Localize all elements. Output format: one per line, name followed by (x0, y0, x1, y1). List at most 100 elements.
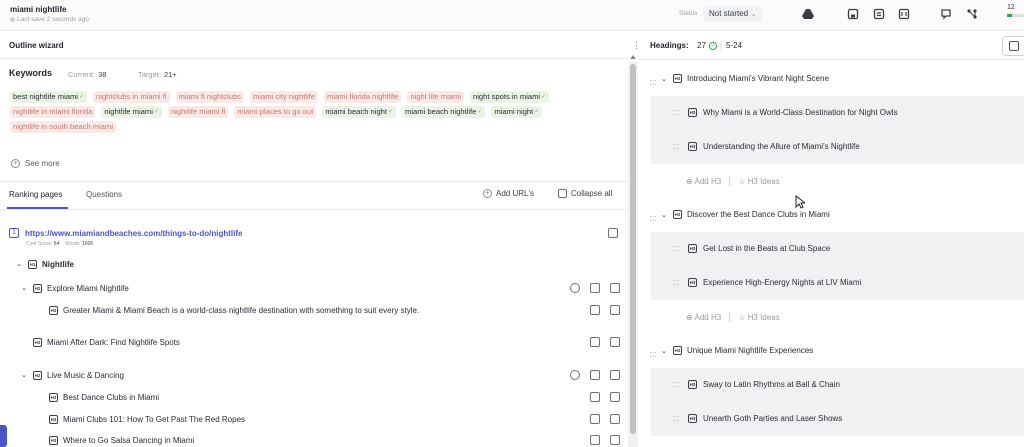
keyword-chip[interactable]: miami places to go out (234, 106, 317, 118)
outline-row-h3[interactable]: H3 Miami Clubs 101: How To Get Past The … (49, 412, 245, 426)
list-icon[interactable] (610, 305, 620, 315)
integrations-icon[interactable] (965, 7, 979, 21)
chevron-down-icon[interactable]: ⌄ (20, 284, 28, 292)
keyword-chip[interactable]: miami beach nightlife✓ (402, 106, 486, 118)
keyword-chip[interactable]: nightlife in miami florida (10, 106, 96, 118)
heading-h2-row[interactable]: ⌄ H2 Discover the Best Dance Clubs in Miam… (638, 206, 1024, 226)
status-select[interactable]: Not started ⌄ (703, 6, 763, 21)
keyword-chip[interactable]: nightlife in south beach miami (10, 121, 117, 133)
copy-outline-icon[interactable] (608, 228, 618, 238)
ranking-url-link[interactable]: https://www.miamiandbeaches.com/things-t… (25, 229, 243, 238)
tab-questions[interactable]: Questions (86, 190, 122, 199)
keyword-chip[interactable]: best nightlife miami✓ (10, 91, 88, 103)
drag-grip-icon[interactable] (673, 246, 679, 251)
outline-row-h2[interactable]: H2 Miami After Dark: Find Nightlife Spot… (33, 335, 180, 349)
add-urls-button[interactable]: + Add URL's (483, 189, 534, 198)
add-icon[interactable] (590, 414, 600, 424)
keyword-chip[interactable]: miami night✓ (491, 106, 543, 118)
add-icon[interactable] (590, 392, 600, 402)
outline-row-h3[interactable]: H3 Best Dance Clubs in Miami (49, 390, 159, 404)
keyword-chip[interactable]: miami city nightlife (249, 91, 319, 103)
export-icon[interactable] (872, 7, 886, 21)
row-actions (570, 370, 620, 380)
heading-h3-row[interactable]: H3 Get Lost in the Beats at Club Space (651, 232, 1024, 266)
h3-text[interactable]: Experience High-Energy Nights at LIV Mia… (703, 278, 861, 287)
h3-text[interactable]: Understanding the Allure of Miami's Nigh… (703, 142, 860, 151)
top-bar: miami nightlife Last save 2 seconds ago … (0, 0, 1024, 31)
list-icon[interactable] (610, 392, 620, 402)
chevron-down-icon[interactable]: ⌄ (660, 347, 668, 355)
outline-wizard-title: Outline wizard (9, 41, 64, 50)
h2-text[interactable]: Unique Miami Nightlife Experiences (687, 346, 813, 355)
list-icon[interactable] (610, 435, 620, 445)
heading-h2-row[interactable]: ⌄ H2 Introducing Miami's Vibrant Night Sce… (638, 70, 1024, 90)
add-icon[interactable] (590, 283, 600, 293)
document-title[interactable]: miami nightlife (10, 5, 66, 14)
share-icon[interactable] (897, 7, 911, 21)
keyword-chip[interactable]: nightlife miami✓ (101, 106, 162, 118)
drag-grip-icon[interactable] (673, 382, 679, 387)
save-status-dot-icon (10, 16, 15, 22)
keyword-chip[interactable]: miami florida nightlife (324, 91, 402, 103)
h2-text[interactable]: Discover the Best Dance Clubs in Miami (687, 210, 830, 219)
scrollbar-thumb[interactable] (630, 64, 636, 434)
outline-row-h1[interactable]: ⌄ H1 Nightlife (15, 257, 74, 271)
add-icon[interactable] (590, 305, 600, 315)
chevron-down-icon[interactable]: ⌄ (660, 211, 668, 219)
see-more-button[interactable]: + See more (11, 159, 60, 168)
h3-ideas-button[interactable]: ☼ H3 Ideas (738, 313, 780, 322)
heading-h3-row[interactable]: H3 Unearth Goth Parties and Laser Shows (651, 402, 1024, 436)
h3-icon: H3 (49, 392, 58, 402)
keyword-chip[interactable]: night spots in miami✓ (470, 91, 550, 103)
resize-handle-icon[interactable]: ⋮ (632, 40, 641, 51)
scroll-up-arrow-icon[interactable] (630, 55, 636, 59)
heading-h3-row[interactable]: H3 Experience High-Energy Nights at LIV M… (651, 266, 1024, 300)
h3-text[interactable]: Get Lost in the Beats at Club Space (703, 244, 830, 253)
keyword-chip[interactable]: miami beach night✓ (322, 106, 397, 118)
h3-text[interactable]: Unearth Goth Parties and Laser Shows (703, 414, 842, 423)
heading-h3-row[interactable]: H3 Understanding the Allure of Miami's Ni… (651, 130, 1024, 164)
drag-grip-icon[interactable] (673, 144, 679, 149)
outline-row-h3[interactable]: H3 Where to Go Salsa Dancing in Miami (49, 433, 194, 447)
help-tab[interactable] (0, 425, 7, 447)
chevron-down-icon[interactable]: ⌄ (20, 371, 28, 379)
h3-text[interactable]: Why Miami is a World-Class Destination f… (703, 108, 898, 117)
add-h3-button[interactable]: ⊕ Add H3 (686, 177, 721, 186)
drag-grip-icon[interactable] (673, 110, 679, 115)
list-icon[interactable] (610, 283, 620, 293)
heading-h2-row[interactable]: ⌄ H2 Unique Miami Nightlife Experiences (638, 342, 1024, 362)
google-drive-icon[interactable] (801, 7, 815, 21)
chevron-down-icon[interactable]: ⌄ (15, 260, 23, 268)
collapse-all-button[interactable]: Collapse all (558, 189, 612, 198)
h3-ideas-button[interactable]: ☼ H3 Ideas (738, 177, 780, 186)
keyword-chip[interactable]: nightlife miami fl (167, 106, 229, 118)
outline-row-h3[interactable]: H3 Greater Miami & Miami Beach is a worl… (49, 303, 419, 317)
h3-text[interactable]: Sway to Latin Rhythms at Ball & Chain (703, 380, 840, 389)
tab-ranking-pages[interactable]: Ranking pages (9, 190, 62, 199)
drag-grip-icon[interactable] (673, 416, 679, 421)
keyword-chip[interactable]: night life miami (407, 91, 465, 103)
copy-icon[interactable] (570, 370, 580, 380)
heading-h3-row[interactable]: H3 Sway to Latin Rhythms at Ball & Chain (651, 368, 1024, 402)
outline-row-h2[interactable]: ⌄ H2 Live Music & Dancing (20, 368, 124, 382)
outline-row-h2[interactable]: ⌄ H2 Explore Miami Nightlife (20, 281, 129, 295)
add-icon[interactable] (590, 435, 600, 445)
keyword-chip[interactable]: miami fl nightclubs (175, 91, 244, 103)
heading-h3-row[interactable]: H3 Why Miami is a World-Class Destination… (651, 96, 1024, 130)
add-heading-button[interactable] (1002, 36, 1024, 56)
h2-text[interactable]: Introducing Miami's Vibrant Night Scene (687, 74, 829, 83)
list-icon[interactable] (610, 370, 620, 380)
check-icon: ✓ (388, 109, 394, 115)
save-disk-icon[interactable] (846, 7, 860, 21)
list-icon[interactable] (610, 414, 620, 424)
collapse-icon (558, 189, 567, 198)
add-icon[interactable] (590, 370, 600, 380)
add-h3-button[interactable]: ⊕ Add H3 (686, 313, 721, 322)
chevron-down-icon[interactable]: ⌄ (660, 75, 668, 83)
add-icon[interactable] (590, 337, 600, 347)
list-icon[interactable] (610, 337, 620, 347)
keyword-chip[interactable]: nightclubs in miami fl (93, 91, 170, 103)
copy-icon[interactable] (570, 283, 580, 293)
comment-icon[interactable] (939, 7, 953, 21)
drag-grip-icon[interactable] (673, 280, 679, 285)
